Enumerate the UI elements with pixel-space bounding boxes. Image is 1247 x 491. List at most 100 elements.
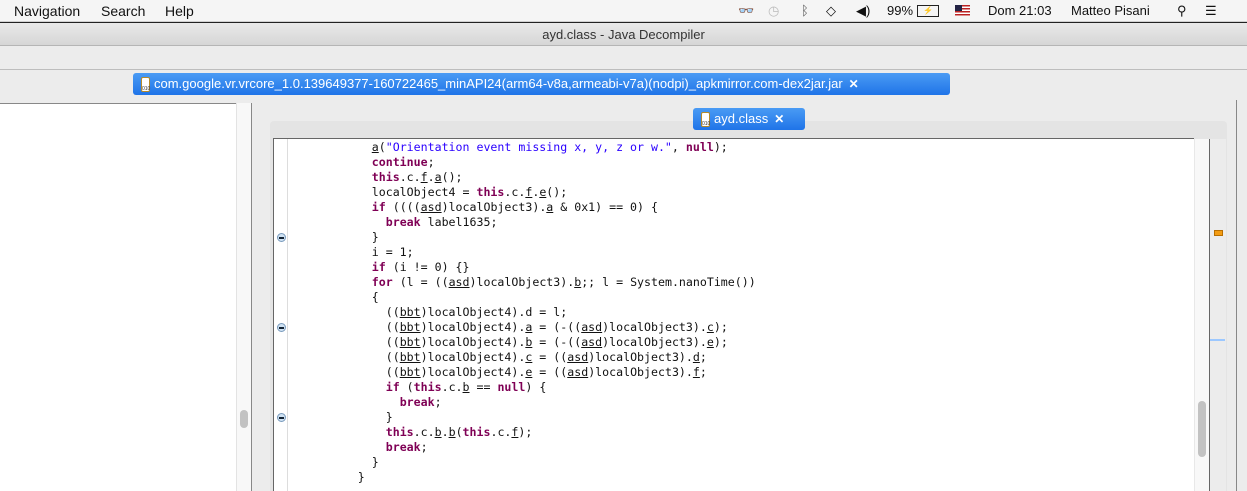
code-line: break label1635;	[288, 215, 756, 230]
member-link[interactable]: e	[707, 335, 714, 349]
member-link[interactable]: bbt	[400, 305, 421, 319]
code-text: ;	[699, 350, 707, 364]
member-link[interactable]: asd	[449, 275, 470, 289]
keyword: if	[385, 380, 400, 394]
close-icon[interactable]: ✕	[849, 73, 859, 95]
member-link[interactable]: bbt	[400, 320, 421, 334]
member-link[interactable]: a	[372, 140, 379, 154]
clock[interactable]: Dom 21:03	[988, 3, 1052, 18]
close-icon[interactable]: ✕	[774, 108, 784, 130]
code-text: }	[288, 470, 365, 484]
member-link[interactable]: asd	[581, 320, 602, 334]
member-link[interactable]: asd	[581, 335, 602, 349]
code-text: .	[427, 170, 435, 184]
fold-collapse-icon[interactable]	[277, 233, 286, 242]
member-link[interactable]: bbt	[400, 350, 421, 364]
code-line: localObject4 = this.c.f.e();	[288, 185, 756, 200]
flag-icon[interactable]	[955, 5, 970, 16]
panel-border	[1236, 100, 1237, 491]
tab-class-label: ayd.class	[714, 111, 769, 126]
code-text: localObject4 =	[288, 185, 477, 199]
code-line: this.c.f.a();	[288, 170, 756, 185]
fold-gutter	[274, 139, 288, 491]
member-link[interactable]: b	[435, 425, 442, 439]
code-text: )localObject3).	[588, 350, 693, 364]
code-text: (	[378, 140, 386, 154]
tab-jar-label: com.google.vr.vrcore_1.0.139649377-16072…	[154, 76, 843, 91]
code-text: & 0x1) == 0) {	[553, 200, 658, 214]
code-text: ((	[288, 320, 400, 334]
code-line: this.c.b.b(this.c.f);	[288, 425, 756, 440]
volume-icon[interactable]: ◀)	[856, 3, 870, 19]
member-link[interactable]: d	[693, 350, 700, 364]
overview-position-marker	[1210, 339, 1225, 341]
code-line: ((bbt)localObject4).c = ((asd)localObjec…	[288, 350, 756, 365]
fold-collapse-icon[interactable]	[277, 323, 286, 332]
member-link[interactable]: c	[707, 320, 714, 334]
tree-scrollbar[interactable]	[236, 103, 252, 491]
window-title-bar: ayd.class - Java Decompiler	[0, 22, 1247, 46]
glasses-icon[interactable]: 👓	[738, 3, 754, 19]
code-line: ((bbt)localObject4).d = l;	[288, 305, 756, 320]
toolbar	[0, 46, 1247, 70]
code-text: );	[518, 425, 533, 439]
code-text: {	[288, 290, 379, 304]
spotlight-icon[interactable]: ⚲	[1177, 3, 1187, 19]
code-line: if (this.c.b == null) {	[288, 380, 756, 395]
bluetooth-icon[interactable]: ᛒ	[801, 3, 809, 18]
member-link[interactable]: f	[693, 365, 700, 379]
tab-ayd-class[interactable]: 010 ayd.class ✕	[693, 108, 805, 130]
user-name[interactable]: Matteo Pisani	[1071, 3, 1150, 18]
code-text: ;	[699, 365, 707, 379]
code-text: i = 1;	[288, 245, 414, 259]
member-link[interactable]: asd	[567, 350, 588, 364]
tab-jar-file[interactable]: 010 com.google.vr.vrcore_1.0.139649377-1…	[133, 73, 950, 95]
menu-navigation[interactable]: Navigation	[14, 3, 80, 19]
wifi-icon[interactable]: ◇	[826, 3, 836, 19]
member-link[interactable]: asd	[567, 365, 588, 379]
code-text: .c.	[399, 170, 421, 184]
code-text: )localObject4).d = l;	[420, 305, 568, 319]
code-line: }	[288, 230, 756, 245]
overview-warning-marker[interactable]	[1214, 230, 1223, 236]
battery-icon[interactable]: ⚡	[917, 5, 939, 17]
string-literal: "Orientation event missing x, y, z or w.…	[385, 140, 672, 154]
notification-center-icon[interactable]: ☰	[1205, 3, 1217, 19]
member-link[interactable]: bbt	[400, 365, 421, 379]
code-text: )localObject3).	[588, 365, 693, 379]
fold-collapse-icon[interactable]	[277, 413, 286, 422]
code-scrollbar-thumb[interactable]	[1198, 401, 1206, 457]
member-link[interactable]: b	[449, 425, 456, 439]
menu-search[interactable]: Search	[101, 3, 145, 19]
code-text: ((	[288, 365, 400, 379]
time-machine-icon[interactable]: ◷	[768, 3, 779, 19]
tree-scrollbar-thumb[interactable]	[240, 410, 248, 428]
keyword: this	[385, 425, 414, 439]
code-text: }	[288, 230, 379, 244]
keyword: null	[497, 380, 526, 394]
member-link[interactable]: bbt	[400, 335, 421, 349]
package-tree-panel[interactable]	[0, 103, 236, 491]
code-text: )localObject3).	[441, 200, 547, 214]
member-link[interactable]: asd	[421, 200, 442, 214]
code-line: for (l = ((asd)localObject3).b;; l = Sys…	[288, 275, 756, 290]
keyword: break	[385, 440, 421, 454]
keyword: break	[385, 215, 421, 229]
member-link[interactable]: b	[463, 380, 470, 394]
code-text: .	[441, 425, 449, 439]
code-text: ,	[671, 140, 686, 154]
keyword: this	[413, 380, 442, 394]
menu-bar: Navigation Search Help 👓 ◷ ᛒ ◇ ◀) 99% ⚡ …	[0, 0, 1247, 22]
code-text: );	[713, 335, 728, 349]
member-link[interactable]: a	[435, 170, 442, 184]
code-text: )localObject4).	[420, 350, 526, 364]
member-link[interactable]: f	[421, 170, 428, 184]
menu-help[interactable]: Help	[165, 3, 194, 19]
code-text: (l = ((	[392, 275, 449, 289]
code-line: }	[288, 410, 756, 425]
